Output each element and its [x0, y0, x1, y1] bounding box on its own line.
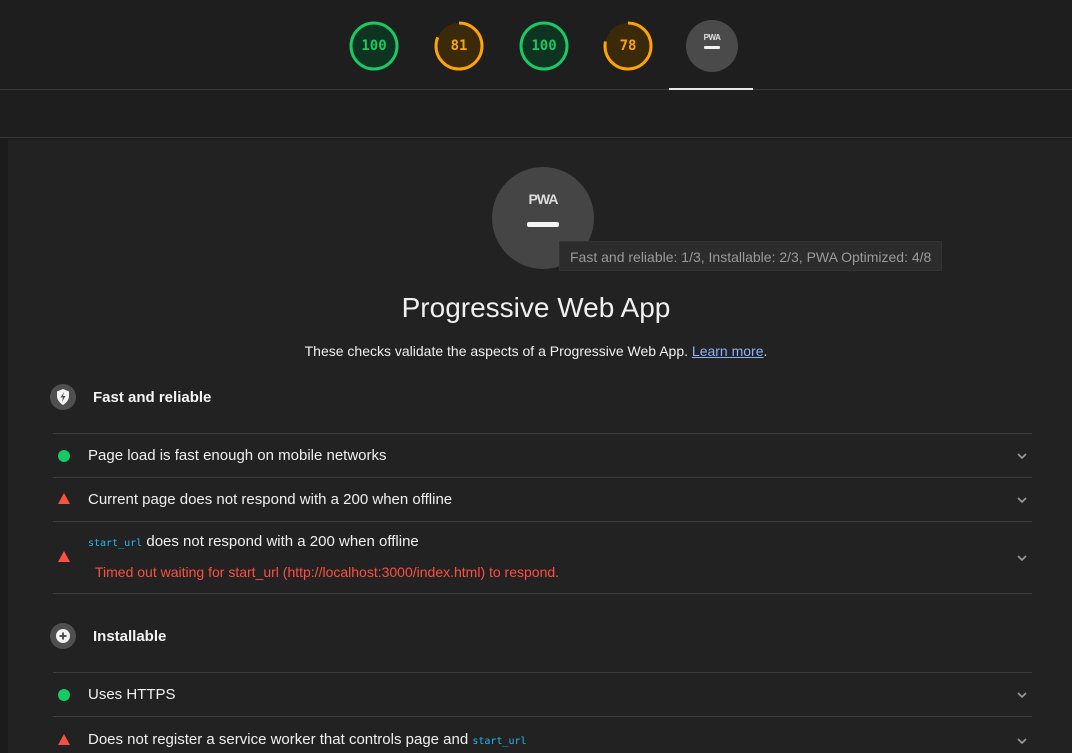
fail-triangle-icon [58, 493, 70, 504]
pass-dot-icon [58, 689, 70, 701]
score-gauges: 100 81 100 78 PWA [0, 20, 1072, 72]
pwa-badge-tab[interactable]: PWA [686, 20, 738, 72]
gauge-value: 100 [531, 38, 557, 54]
group-title: Fast and reliable [93, 388, 212, 406]
group-title: Installable [93, 627, 167, 645]
audit-title: Current page does not respond with a 200… [88, 491, 453, 508]
audit-row[interactable]: Current page does not respond with a 200… [53, 477, 1032, 521]
learn-more-link[interactable]: Learn more [692, 343, 764, 359]
pwa-badge-label: PWA [703, 33, 721, 42]
audit-row[interactable]: start_url does not respond with a 200 wh… [53, 521, 1032, 593]
pass-dot-icon [58, 450, 70, 462]
shield-lightning-icon [50, 384, 76, 410]
score-gauge-accessibility[interactable]: 81 [433, 20, 485, 72]
audit-title: Does not register a service worker that … [88, 731, 527, 748]
chevron-down-icon [1017, 555, 1027, 562]
plus-circle-icon [50, 623, 76, 649]
pwa-tooltip: Fast and reliable: 1/3, Installable: 2/3… [559, 241, 943, 271]
group-header-installable: Installable [50, 622, 166, 650]
score-gauge-best-practices[interactable]: 100 [518, 20, 570, 72]
audit-row[interactable]: Page load is fast enough on mobile netwo… [53, 433, 1032, 477]
top-bar: 100 81 100 78 PWA [0, 0, 1072, 90]
fail-triangle-icon [58, 551, 70, 562]
audit-error-message: Timed out waiting for start_url (http://… [95, 564, 560, 580]
audit-row[interactable]: Does not register a service worker that … [53, 716, 1032, 753]
audit-title-text: does not respond with a 200 when offline [142, 533, 419, 550]
group-divider [53, 593, 1032, 594]
pwa-badge-label: PWA [528, 191, 559, 207]
header-band [0, 90, 1072, 138]
gauge-value: 78 [619, 38, 637, 54]
chevron-down-icon [1017, 453, 1027, 460]
audit-title: Uses HTTPS [88, 686, 176, 703]
chevron-down-icon [1017, 738, 1027, 745]
category-title: Progressive Web App [401, 292, 671, 323]
fail-triangle-icon [58, 734, 70, 745]
group-header-fast-reliable: Fast and reliable [50, 383, 211, 411]
start-url-code: start_url [88, 538, 143, 549]
start-url-code: start_url [472, 736, 527, 747]
gauge-value: 100 [361, 38, 387, 54]
category-description: These checks validate the aspects of a P… [0, 343, 1072, 359]
chevron-down-icon [1017, 497, 1027, 504]
pwa-dash-icon [704, 46, 720, 49]
audit-title: Page load is fast enough on mobile netwo… [88, 447, 387, 464]
gauge-value: 81 [450, 38, 468, 54]
score-gauge-seo[interactable]: 78 [602, 20, 654, 72]
description-end: . [763, 343, 768, 359]
audit-title-text: Does not register a service worker that … [88, 731, 473, 748]
chevron-down-icon [1017, 692, 1027, 699]
audit-title: start_url does not respond with a 200 wh… [88, 533, 419, 550]
description-text: These checks validate the aspects of a P… [304, 343, 689, 359]
pwa-dash-icon [527, 222, 559, 227]
audit-row[interactable]: Uses HTTPS [53, 672, 1032, 716]
score-gauge-performance[interactable]: 100 [348, 20, 400, 72]
